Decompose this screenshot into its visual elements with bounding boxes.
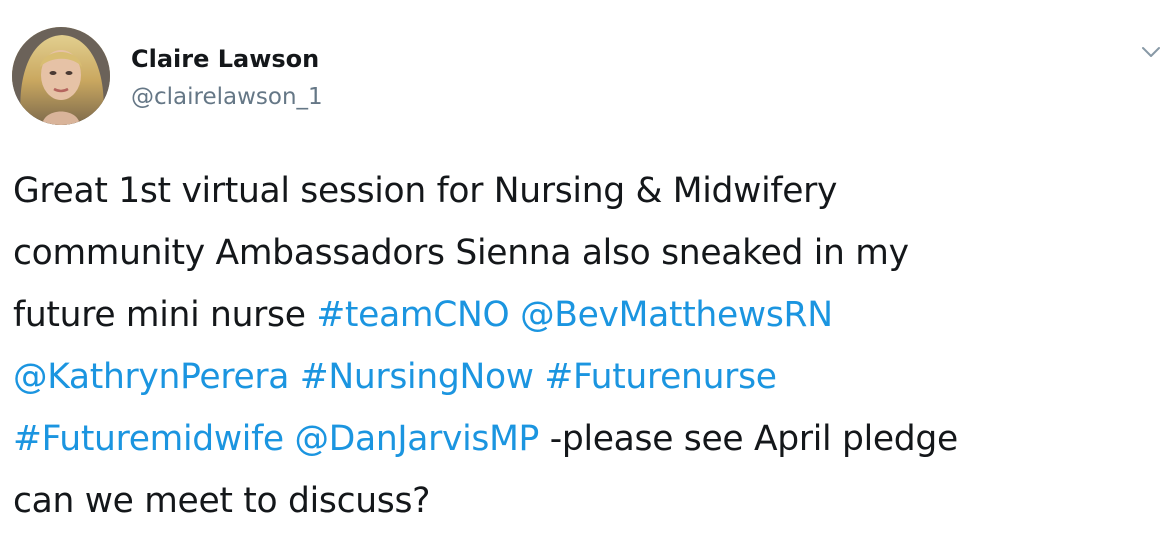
mention-link[interactable]: @DanJarvisMP [295, 419, 540, 459]
hashtag-link[interactable]: #Futuremidwife [13, 419, 284, 459]
tweet-text-segment [289, 357, 300, 397]
tweet-text-line: #Futuremidwife @DanJarvisMP -please see … [13, 408, 1163, 470]
author-handle[interactable]: @clairelawson_1 [131, 82, 323, 112]
tweet-text-line: can we meet to discuss? [13, 470, 1163, 532]
tweet-text-segment: Great 1st virtual session for Nursing & … [13, 171, 838, 211]
tweet-card: Claire Lawson @clairelawson_1 Great 1st … [0, 0, 1168, 539]
tweet-text-line: future mini nurse #teamCNO @BevMatthewsR… [13, 284, 1163, 346]
tweet-text-segment [509, 295, 520, 335]
tweet-text-line: community Ambassadors Sienna also sneake… [13, 222, 1163, 284]
hashtag-link[interactable]: #teamCNO [316, 295, 509, 335]
mention-link[interactable]: @BevMatthewsRN [520, 295, 833, 335]
mention-link[interactable]: @KathrynPerera [13, 357, 289, 397]
tweet-text-segment: -please see April pledge [539, 419, 959, 459]
tweet-text: Great 1st virtual session for Nursing & … [13, 160, 1163, 532]
avatar[interactable] [12, 27, 110, 125]
hashtag-link[interactable]: #Futurenurse [544, 357, 777, 397]
tweet-text-segment [534, 357, 545, 397]
tweet-text-line: Great 1st virtual session for Nursing & … [13, 160, 1163, 222]
avatar-photo [12, 27, 110, 125]
author-name[interactable]: Claire Lawson [131, 44, 319, 74]
tweet-text-line: @KathrynPerera #NursingNow #Futurenurse [13, 346, 1163, 408]
hashtag-link[interactable]: #NursingNow [300, 357, 534, 397]
tweet-text-segment: can we meet to discuss? [13, 481, 431, 521]
tweet-text-segment [284, 419, 295, 459]
tweet-text-segment: community Ambassadors Sienna also sneake… [13, 233, 909, 273]
chevron-down-icon[interactable] [1138, 42, 1164, 62]
tweet-text-segment: future mini nurse [13, 295, 317, 335]
